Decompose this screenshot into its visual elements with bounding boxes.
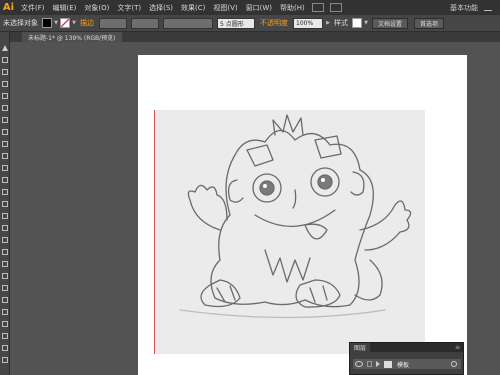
minimize-icon[interactable] [484,3,492,11]
menu-file[interactable]: 文件(F) [17,3,49,13]
rectangle-tool-icon[interactable] [1,128,9,136]
column-graph-tool-icon[interactable] [1,320,9,328]
blend-tool-icon[interactable] [1,296,9,304]
app-logo: Ai [2,2,15,13]
menu-bar: Ai 文件(F) 编辑(E) 对象(O) 文字(T) 选择(S) 效果(C) 视… [0,0,500,15]
symbol-sprayer-tool-icon[interactable] [1,308,9,316]
eyedropper-tool-icon[interactable] [1,284,9,292]
stroke-swatch[interactable] [60,18,70,28]
chevron-down-icon[interactable]: ▼ [363,18,369,28]
layers-panel-header: 图层 ≡ [350,343,463,352]
control-bar: 未选择对象 ▼ ▼ 描边 5 点圆形 不透明度 100% ▶ 样式 ▼ 文档设置… [0,15,500,32]
magic-wand-tool-icon[interactable] [1,68,9,76]
free-transform-tool-icon[interactable] [1,224,9,232]
type-tool-icon[interactable] [1,104,9,112]
menu-window[interactable]: 窗口(W) [242,3,276,13]
menu-object[interactable]: 对象(O) [80,3,113,13]
layer-thumbnail [384,360,392,368]
style-label: 样式 [334,19,348,27]
menu-type[interactable]: 文字(T) [113,3,145,13]
fill-swatch[interactable] [42,18,52,28]
selection-tool-icon[interactable] [1,44,9,52]
direct-selection-tool-icon[interactable] [1,56,9,64]
arrange-documents-icon[interactable] [329,3,342,12]
shape-builder-tool-icon[interactable] [1,236,9,244]
preferences-button[interactable]: 首选项 [414,17,445,29]
blob-brush-tool-icon[interactable] [1,164,9,172]
lock-icon[interactable] [367,361,372,367]
opacity-field[interactable]: 100% [293,17,323,29]
layer-name[interactable]: 模板 [397,360,409,369]
line-tool-icon[interactable] [1,116,9,124]
layer-row[interactable]: 模板 [353,359,461,369]
illustrator-window: Ai 文件(F) 编辑(E) 对象(O) 文字(T) 选择(S) 效果(C) 视… [0,0,500,375]
brush-definition[interactable] [163,17,213,29]
artboard-tool-icon[interactable] [1,332,9,340]
placed-sketch-image[interactable] [155,110,425,354]
gradient-tool-icon[interactable] [1,272,9,280]
menu-help[interactable]: 帮助(H) [276,3,309,13]
lasso-tool-icon[interactable] [1,80,9,88]
pen-tool-icon[interactable] [1,92,9,100]
selection-status: 未选择对象 [3,19,38,27]
ruler-guide[interactable] [154,110,155,354]
brush-size-field[interactable]: 5 点圆形 [217,17,255,29]
graphic-style-swatch[interactable] [352,18,362,28]
bridge-icon[interactable] [311,3,324,12]
paintbrush-tool-icon[interactable] [1,140,9,148]
scale-tool-icon[interactable] [1,200,9,208]
artboard[interactable] [138,55,467,375]
chevron-down-icon[interactable]: ▼ [53,18,59,28]
layers-panel: 图层 ≡ 模板 [349,342,464,375]
stroke-weight-field[interactable] [99,17,127,29]
monster-sketch [179,114,412,319]
hand-tool-icon[interactable] [1,356,9,364]
document-setup-button[interactable]: 文档设置 [372,17,409,29]
eraser-tool-icon[interactable] [1,176,9,184]
panel-menu-icon[interactable]: ≡ [455,344,460,351]
mesh-tool-icon[interactable] [1,260,9,268]
menu-select[interactable]: 选择(S) [145,3,177,13]
document-tab-bar: 未标题-1* @ 139% (RGB/预览) [10,32,500,42]
layers-tab[interactable]: 图层 [350,343,371,352]
tools-panel [0,32,10,375]
menu-edit[interactable]: 编辑(E) [49,3,81,13]
stroke-label[interactable]: 描边 [77,18,97,28]
perspective-grid-tool-icon[interactable] [1,248,9,256]
document-tab[interactable]: 未标题-1* @ 139% (RGB/预览) [22,32,122,42]
variable-width-profile[interactable] [131,17,159,29]
opacity-label[interactable]: 不透明度 [257,18,291,28]
slice-tool-icon[interactable] [1,344,9,352]
menu-effect[interactable]: 效果(C) [177,3,209,13]
workspace-switcher[interactable]: 基本功能 [450,3,478,13]
pencil-tool-icon[interactable] [1,152,9,160]
expand-triangle-icon[interactable] [376,361,380,367]
target-circle-icon[interactable] [451,361,457,367]
menu-view[interactable]: 视图(V) [209,3,241,13]
width-tool-icon[interactable] [1,212,9,220]
visibility-eye-icon[interactable] [355,361,363,367]
rotate-tool-icon[interactable] [1,188,9,196]
